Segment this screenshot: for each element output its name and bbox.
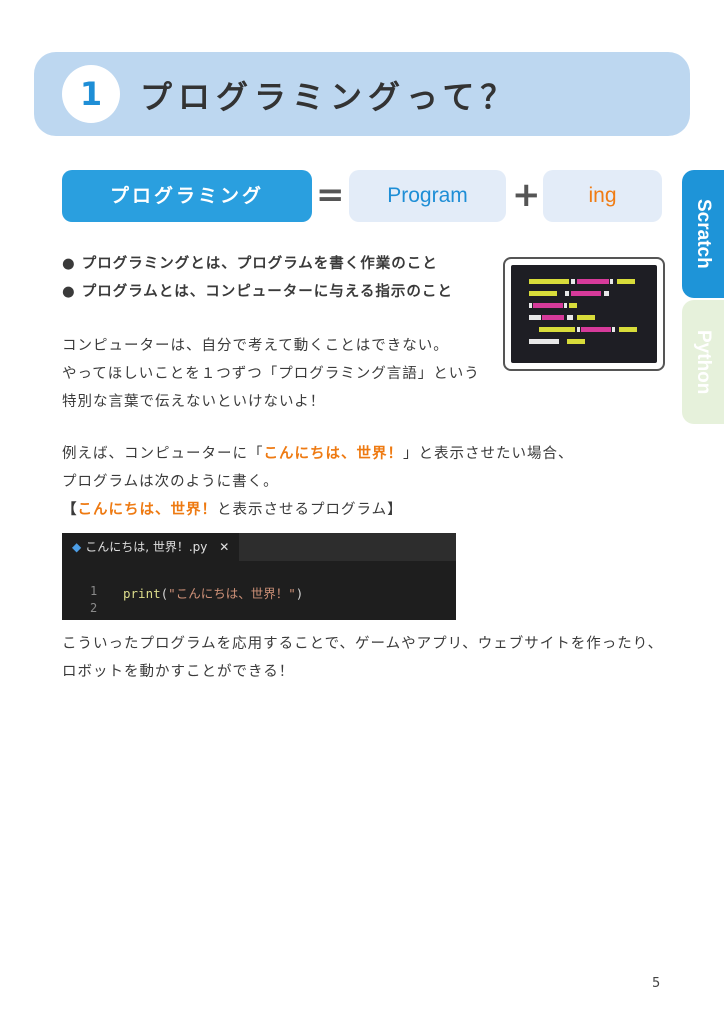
- para2-line1: 例えば、コンピューターに「こんにちは、世界！」と表示させたい場合、: [62, 444, 574, 464]
- para1-line1: コンピューターは、自分で考えて動くことはできない。: [62, 338, 449, 354]
- line-number-2: 2: [90, 601, 98, 615]
- equals-sign: =: [316, 175, 345, 215]
- program-caption: 【こんにちは、世界！と表示させるプログラム】: [62, 500, 403, 520]
- code-string: "こんにちは、世界！": [168, 586, 296, 601]
- para2-line1-a: 例えば、コンピューターに「: [62, 446, 264, 462]
- ing-box: ing: [543, 170, 662, 222]
- para2-line2: プログラムは次のように書く。: [62, 474, 279, 490]
- caption-rest: と表示させるプログラム】: [217, 502, 403, 518]
- caption-highlight: こんにちは、世界！: [77, 502, 217, 518]
- code-line-1: print("こんにちは、世界！"): [123, 583, 303, 602]
- close-icon[interactable]: ✕: [219, 540, 229, 554]
- python-file-icon: ◆: [72, 540, 82, 554]
- monitor-screen: [511, 265, 657, 363]
- program-box: Program: [349, 170, 506, 222]
- hello-world-highlight: こんにちは、世界！: [263, 446, 403, 462]
- code-paren-close: ): [295, 586, 304, 601]
- para1-line3: 特別な言葉で伝えないといけないよ！: [62, 394, 326, 410]
- para3-line2: ロボットを動かすことができる！: [62, 664, 295, 680]
- equation-row: プログラミング = Program + ing: [62, 170, 662, 222]
- para2-line1-c: 」と表示させたい場合、: [403, 446, 574, 462]
- code-monitor-illustration: [503, 257, 665, 371]
- para1-line2: やってほしいことを１つずつ「プログラミング言語」という: [62, 366, 480, 382]
- chapter-title: プログラミングって？: [140, 78, 519, 116]
- tab-python[interactable]: Python: [682, 300, 724, 424]
- page-number: 5: [652, 976, 661, 991]
- editor-tab[interactable]: ◆ こんにちは, 世界！.py ✕: [62, 533, 240, 561]
- chapter-header: 1 プログラミングって？: [34, 52, 690, 136]
- chapter-number: 1: [62, 65, 120, 123]
- editor-tab-label: こんにちは, 世界！.py: [85, 540, 208, 554]
- para3-line1: こういったプログラムを応用することで、ゲームやアプリ、ウェブサイトを作ったり、: [62, 636, 664, 652]
- code-function: print: [123, 586, 161, 601]
- code-editor: ◆ こんにちは, 世界！.py ✕ 1 2 print("こんにちは、世界！"): [62, 533, 456, 620]
- line-number-1: 1: [90, 584, 98, 598]
- bullet-program: ● プログラムとは、コンピューターに与える指示のこと: [62, 284, 453, 300]
- bullet-programming: ● プログラミングとは、プログラムを書く作業のこと: [62, 256, 438, 272]
- plus-sign: +: [512, 175, 541, 215]
- editor-tab-bar: ◆ こんにちは, 世界！.py ✕: [62, 533, 456, 561]
- tab-scratch[interactable]: Scratch: [682, 170, 724, 298]
- programming-box: プログラミング: [62, 170, 312, 222]
- caption-bracket-open: 【: [62, 502, 78, 518]
